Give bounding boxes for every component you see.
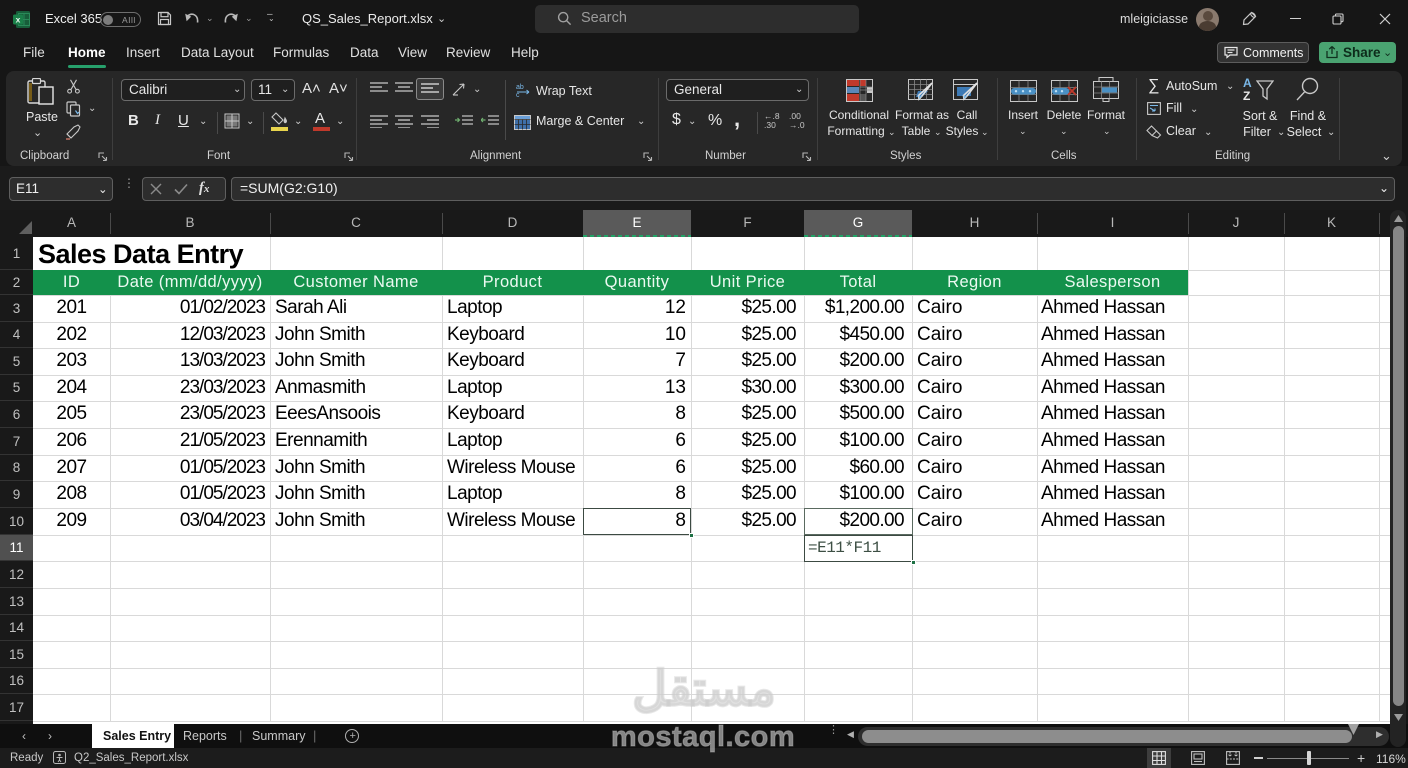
svg-text:ab: ab <box>516 84 524 91</box>
svg-text:x: x <box>16 14 21 24</box>
svg-text:c: c <box>516 92 520 97</box>
